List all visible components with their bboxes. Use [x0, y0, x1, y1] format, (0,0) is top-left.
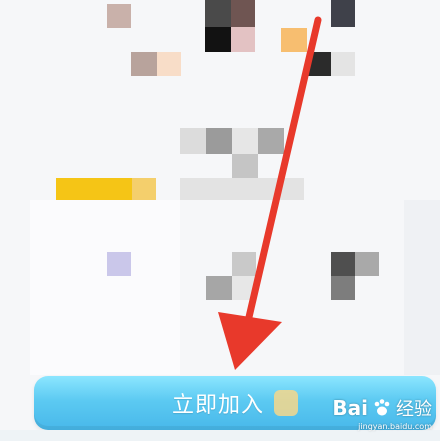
- app-screen: 立即加入 Bai 经验 jingyan.baidu.com: [0, 0, 440, 441]
- annotation-arrow-icon: [218, 16, 322, 370]
